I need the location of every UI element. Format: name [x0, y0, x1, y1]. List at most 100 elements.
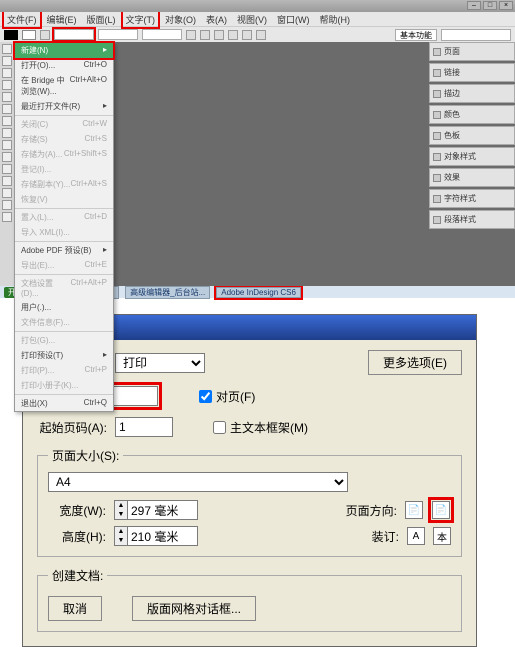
menu-item[interactable]: 对象(O) — [162, 12, 199, 27]
menu-item[interactable]: 表(A) — [203, 12, 230, 27]
dock-panel[interactable]: 链接 — [429, 63, 515, 82]
spin-up-icon[interactable]: ▲ — [115, 527, 127, 536]
dock-panel[interactable]: 对象样式 — [429, 147, 515, 166]
menu-item[interactable]: 存储为(A)...Ctrl+Shift+S — [15, 147, 113, 162]
dock-panel[interactable]: 描边 — [429, 84, 515, 103]
tool-icon[interactable] — [200, 30, 210, 40]
tool-icon[interactable] — [40, 30, 50, 40]
tool-icon[interactable] — [228, 30, 238, 40]
menu-item[interactable]: 帮助(H) — [317, 12, 354, 27]
tool[interactable] — [2, 176, 12, 186]
workspace-combo[interactable]: 基本功能 — [395, 29, 437, 41]
tool-icon[interactable] — [256, 30, 266, 40]
tool[interactable] — [2, 44, 12, 54]
facing-pages-checkbox[interactable]: 对页(F) — [199, 388, 255, 405]
menu-item[interactable]: 置入(L)...Ctrl+D — [15, 210, 113, 225]
dock-panel[interactable]: 色板 — [429, 126, 515, 145]
maximize-button[interactable]: □ — [483, 1, 497, 10]
panel-title: 段落样式 — [444, 214, 476, 225]
menu-item[interactable]: 在 Bridge 中浏览(W)...Ctrl+Alt+O — [15, 73, 113, 99]
menu-item[interactable]: 登记(I)... — [15, 162, 113, 177]
spin-down-icon[interactable]: ▼ — [115, 510, 127, 519]
taskbar-item[interactable]: 高级编辑器_后台站... — [125, 286, 210, 299]
minimize-button[interactable]: – — [467, 1, 481, 10]
page-size-select[interactable]: A4 — [48, 472, 348, 492]
menu-item[interactable]: 打印预设(T) — [15, 348, 113, 363]
master-frame-checkbox[interactable]: 主文本框架(M) — [213, 419, 308, 436]
stroke-swatch[interactable] — [22, 30, 36, 40]
field-2[interactable] — [98, 29, 138, 40]
tool-icon[interactable] — [214, 30, 224, 40]
tool[interactable] — [2, 128, 12, 138]
menu-item[interactable]: 打印小册子(K)... — [15, 378, 113, 393]
orientation-portrait-icon[interactable]: 📄 — [405, 501, 423, 519]
menu-item[interactable]: 文档设置(D)...Ctrl+Alt+P — [15, 276, 113, 300]
menu-item[interactable]: 恢复(V) — [15, 192, 113, 207]
menu-item[interactable]: 新建(N) — [15, 43, 113, 58]
tool[interactable] — [2, 68, 12, 78]
menu-item[interactable]: 存储(S)Ctrl+S — [15, 132, 113, 147]
dock-panel[interactable]: 页面 — [429, 42, 515, 61]
menu-item[interactable]: 窗口(W) — [274, 12, 313, 27]
spin-down-icon[interactable]: ▼ — [115, 536, 127, 545]
menu-item[interactable]: 退出(X)Ctrl+Q — [15, 396, 113, 411]
facing-pages-label: 对页(F) — [216, 388, 255, 405]
tool[interactable] — [2, 80, 12, 90]
tool[interactable] — [2, 116, 12, 126]
tool[interactable] — [2, 200, 12, 210]
more-options-button[interactable]: 更多选项(E) — [368, 350, 462, 375]
menu-item[interactable]: 版面(L) — [84, 12, 119, 27]
menu-item[interactable]: 文件(F) — [4, 12, 40, 27]
tool[interactable] — [2, 212, 12, 222]
binding-right-icon[interactable]: 本 — [433, 527, 451, 545]
menu-item[interactable]: 打印(P)...Ctrl+P — [15, 363, 113, 378]
dock-panel[interactable]: 颜色 — [429, 105, 515, 124]
orientation-landscape-icon[interactable]: 📄 — [432, 501, 450, 519]
tool[interactable] — [2, 92, 12, 102]
tool[interactable] — [2, 140, 12, 150]
close-button[interactable]: × — [499, 1, 513, 10]
spin-up-icon[interactable]: ▲ — [115, 501, 127, 510]
left-toolbox — [0, 42, 14, 286]
layout-grid-button[interactable]: 版面网格对话框... — [132, 596, 256, 621]
menu-item[interactable]: 打包(G)... — [15, 333, 113, 348]
menu-item[interactable]: 用户(.)... — [15, 300, 113, 315]
search-field[interactable] — [441, 29, 511, 41]
width-label: 宽度(W): — [48, 502, 106, 519]
menubar: 文件(F) 编辑(E) 版面(L) 文字(T)对象(O) 表(A) 视图(V) 窗口(W) 帮… — [0, 12, 515, 26]
dock-panel[interactable]: 字符样式 — [429, 189, 515, 208]
taskbar-item-indesign[interactable]: Adobe InDesign CS6 — [216, 287, 301, 298]
tool[interactable] — [2, 104, 12, 114]
fill-swatch[interactable] — [4, 30, 18, 40]
menu-item[interactable]: Adobe PDF 预设(B) — [15, 243, 113, 258]
field-1[interactable] — [54, 29, 94, 40]
binding-left-icon[interactable]: A — [407, 527, 425, 545]
width-spinner[interactable]: ▲▼ — [114, 500, 198, 520]
menu-item[interactable]: 编辑(E) — [44, 12, 80, 27]
tool[interactable] — [2, 56, 12, 66]
width-input[interactable] — [128, 500, 198, 520]
menu-item[interactable]: 导入 XML(I)... — [15, 225, 113, 240]
menu-item[interactable]: 打开(O)...Ctrl+O — [15, 58, 113, 73]
field-3[interactable] — [142, 29, 182, 40]
menu-item[interactable]: 导出(E)...Ctrl+E — [15, 258, 113, 273]
use-select[interactable]: 打印 — [115, 353, 205, 373]
tool[interactable] — [2, 188, 12, 198]
dock-panel[interactable]: 效果 — [429, 168, 515, 187]
cancel-button[interactable]: 取消 — [48, 596, 102, 621]
menu-item[interactable]: 关闭(C)Ctrl+W — [15, 117, 113, 132]
dock-panel[interactable]: 段落样式 — [429, 210, 515, 229]
menu-item[interactable]: 最近打开文件(R) — [15, 99, 113, 114]
menu-item[interactable]: 文字(T) — [123, 12, 159, 27]
panel-title: 色板 — [444, 130, 460, 141]
height-spinner[interactable]: ▲▼ — [114, 526, 198, 546]
menu-item[interactable]: 文件信息(F)... — [15, 315, 113, 330]
menu-item[interactable]: 视图(V) — [234, 12, 270, 27]
start-page-input[interactable] — [115, 417, 173, 437]
menu-item[interactable]: 存储副本(Y)...Ctrl+Alt+S — [15, 177, 113, 192]
tool[interactable] — [2, 164, 12, 174]
tool-icon[interactable] — [186, 30, 196, 40]
tool-icon[interactable] — [242, 30, 252, 40]
tool[interactable] — [2, 152, 12, 162]
height-input[interactable] — [128, 526, 198, 546]
